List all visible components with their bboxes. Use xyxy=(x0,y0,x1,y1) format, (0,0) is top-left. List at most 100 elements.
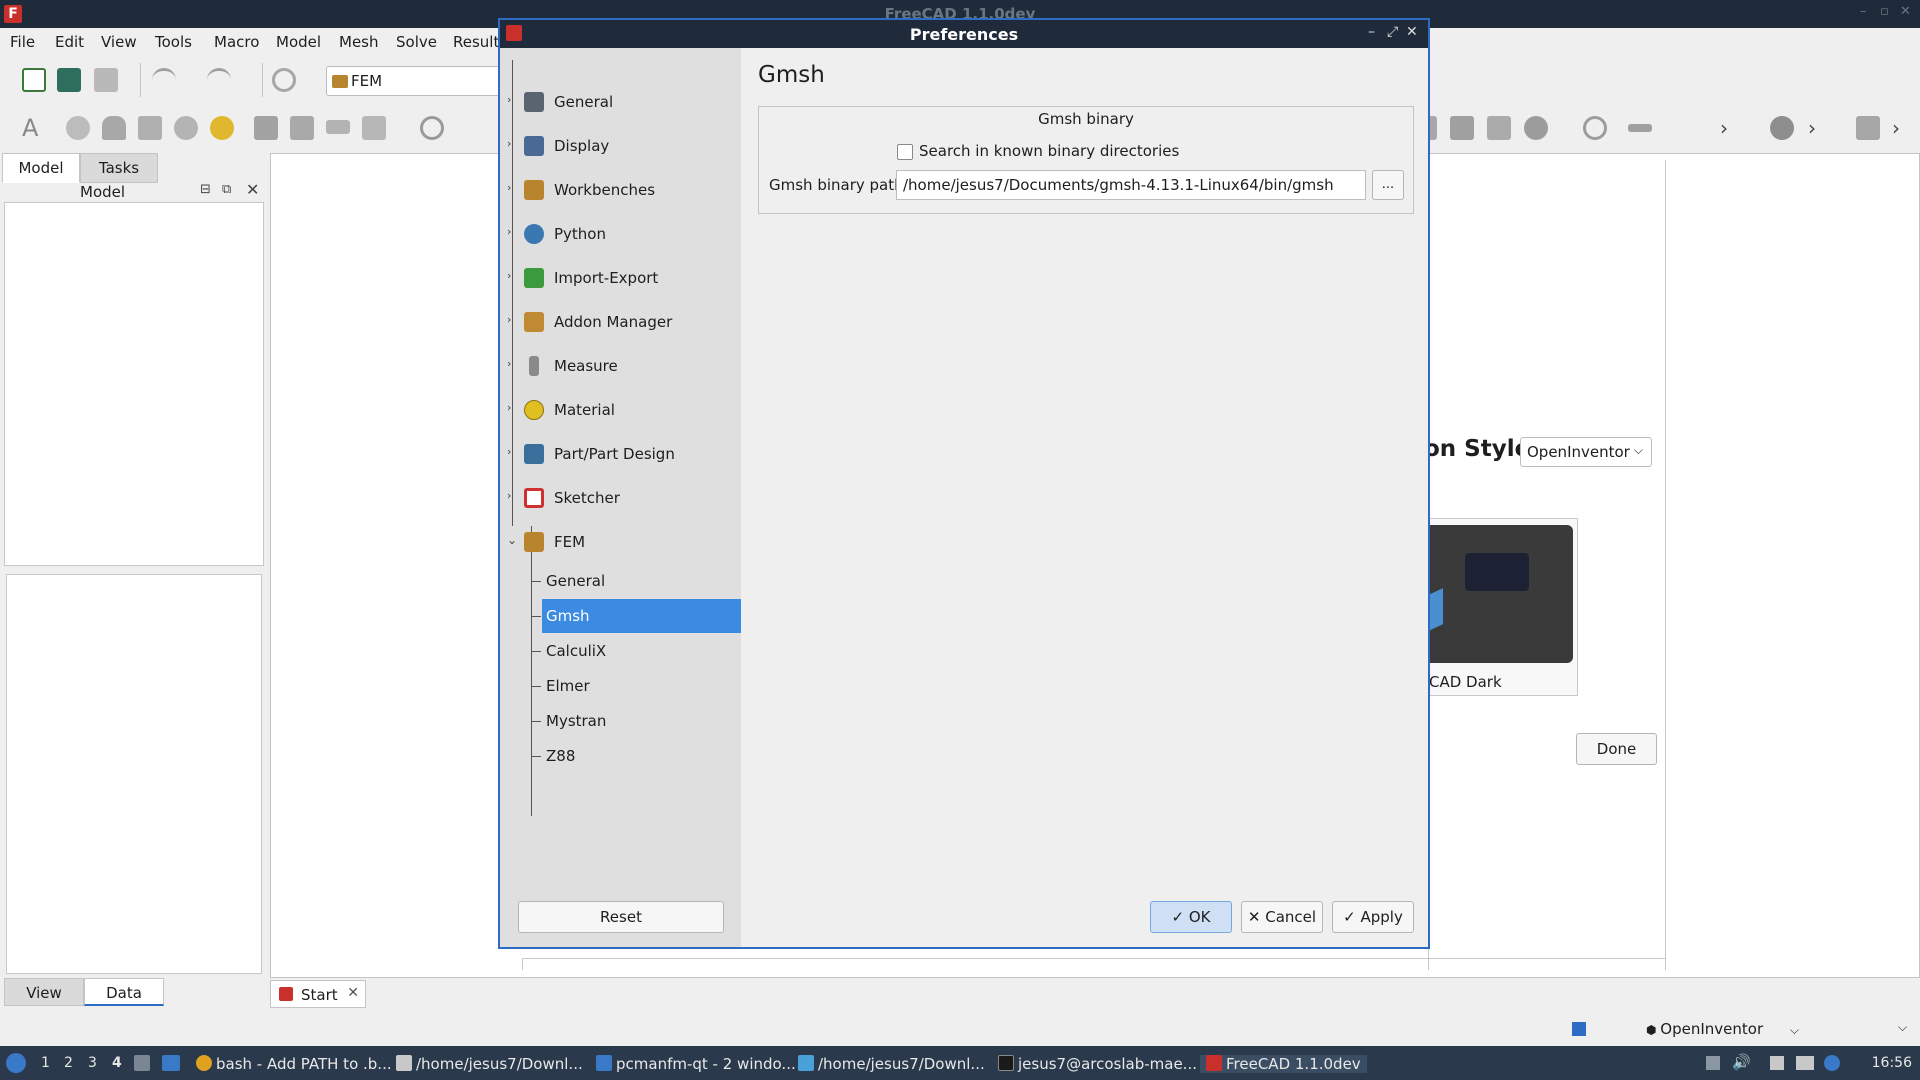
workspace-3[interactable]: 3 xyxy=(88,1055,97,1071)
beam-icon[interactable] xyxy=(362,116,386,140)
tree-item-fem-elmer[interactable]: Elmer xyxy=(542,669,741,703)
file-manager-icon[interactable] xyxy=(134,1055,150,1071)
close-icon[interactable]: ✕ xyxy=(1406,24,1418,40)
tab-data[interactable]: Data xyxy=(84,978,164,1006)
navigation-style-select[interactable]: OpenInventor ⌵ xyxy=(1520,437,1652,467)
menu-tools[interactable]: Tools xyxy=(155,33,192,51)
new-document-icon[interactable] xyxy=(22,68,46,92)
tree-item-python[interactable]: › Python xyxy=(500,216,741,250)
menu-solve[interactable]: Solve xyxy=(396,33,437,51)
clipboard-icon[interactable] xyxy=(1770,1056,1784,1070)
chevron-down-icon[interactable]: ⌵ xyxy=(1898,1020,1907,1035)
shell-icon[interactable] xyxy=(326,120,350,134)
tree-item-measure[interactable]: › Measure xyxy=(500,348,741,382)
minimize-icon[interactable]: – xyxy=(1368,24,1375,40)
close-panel-icon[interactable]: ✕ xyxy=(246,180,259,199)
chevron-right-icon[interactable]: › xyxy=(507,489,511,502)
redo-icon[interactable] xyxy=(207,68,231,92)
cancel-button[interactable]: ✕ Cancel xyxy=(1241,901,1323,933)
gmsh-binary-path-input[interactable] xyxy=(896,170,1366,200)
analysis-icon[interactable] xyxy=(174,116,198,140)
tree-item-material[interactable]: › Material xyxy=(500,392,741,426)
chevron-right-icon[interactable]: › xyxy=(507,401,511,414)
chevron-right-icon[interactable]: › xyxy=(507,137,511,150)
chevron-down-icon[interactable]: ⌄ xyxy=(507,533,517,547)
clip-icon[interactable] xyxy=(1628,124,1652,132)
grid-icon[interactable] xyxy=(1450,116,1474,140)
maximize-icon[interactable]: ▫ xyxy=(1880,4,1889,19)
box-icon[interactable] xyxy=(1856,116,1880,140)
undo-icon[interactable] xyxy=(152,68,176,92)
tree-item-fem[interactable]: ⌄ FEM xyxy=(500,524,741,558)
property-view[interactable] xyxy=(6,574,262,974)
browse-button[interactable]: ... xyxy=(1372,170,1404,200)
collapse-panel-icon[interactable]: ⊟ xyxy=(200,182,211,197)
menu-model[interactable]: Model xyxy=(276,33,321,51)
chevron-right-icon[interactable]: › xyxy=(507,445,511,458)
chevron-right-icon[interactable]: › xyxy=(1720,116,1744,140)
close-tab-icon[interactable]: ✕ xyxy=(347,985,359,1001)
task-freecad[interactable]: FreeCAD 1.1.0dev xyxy=(1200,1055,1367,1073)
results-pipeline-icon[interactable] xyxy=(1524,116,1548,140)
chevron-right-icon[interactable]: › xyxy=(507,181,511,194)
menu-file[interactable]: File xyxy=(10,33,35,51)
task-pcmanfm[interactable]: pcmanfm-qt - 2 windo... xyxy=(596,1055,796,1073)
chevron-right-icon[interactable]: › xyxy=(1808,116,1832,140)
chevron-right-icon[interactable]: › xyxy=(507,225,511,238)
grid-alt-icon[interactable] xyxy=(1487,116,1511,140)
chevron-right-icon[interactable]: › xyxy=(507,313,511,326)
chevron-right-icon[interactable]: › xyxy=(507,93,511,106)
tree-item-addon-manager[interactable]: › Addon Manager xyxy=(500,304,741,338)
navigation-indicator-icon[interactable] xyxy=(1572,1022,1586,1036)
symbol-icon[interactable] xyxy=(1583,116,1607,140)
open-document-icon[interactable] xyxy=(57,68,81,92)
reset-button[interactable]: Reset xyxy=(518,901,724,933)
search-known-directories-checkbox[interactable] xyxy=(897,144,913,160)
tree-item-import-export[interactable]: › Import-Export xyxy=(500,260,741,294)
status-navigation-style[interactable]: ⬢ OpenInventor ⌵ xyxy=(1646,1020,1799,1038)
tree-item-general[interactable]: › General xyxy=(500,84,741,118)
tree-item-fem-general[interactable]: General xyxy=(542,564,741,598)
task-chrome[interactable]: bash - Add PATH to .b... xyxy=(196,1055,392,1073)
done-button[interactable]: Done xyxy=(1576,733,1657,765)
maximize-icon[interactable]: ⤢ xyxy=(1387,24,1398,40)
chevron-right-icon[interactable]: › xyxy=(1892,116,1916,140)
task-image-viewer[interactable]: /home/jesus7/Downl... xyxy=(798,1055,985,1073)
tree-item-part-design[interactable]: › Part/Part Design xyxy=(500,436,741,470)
tab-view[interactable]: View xyxy=(4,978,84,1006)
model-tree[interactable] xyxy=(4,202,264,566)
solver-icon[interactable] xyxy=(420,116,444,140)
sphere-icon[interactable] xyxy=(66,116,90,140)
mesh-region-icon[interactable] xyxy=(290,116,314,140)
minimize-icon[interactable]: – xyxy=(1860,4,1867,19)
menu-macro[interactable]: Macro xyxy=(214,33,259,51)
desktop-icon[interactable] xyxy=(162,1055,180,1071)
tree-item-fem-calculix[interactable]: CalculiX xyxy=(542,634,741,668)
menu-mesh[interactable]: Mesh xyxy=(339,33,379,51)
task-editor[interactable]: /home/jesus7/Downl... xyxy=(396,1055,583,1073)
network-icon[interactable] xyxy=(1796,1056,1814,1070)
float-panel-icon[interactable]: ⧉ xyxy=(222,182,231,197)
material-fem-icon[interactable] xyxy=(210,116,234,140)
chevron-right-icon[interactable]: › xyxy=(507,357,511,370)
menu-result[interactable]: Result xyxy=(453,33,499,51)
refresh-icon[interactable] xyxy=(272,68,296,92)
menu-view[interactable]: View xyxy=(101,33,137,51)
annotation-icon[interactable]: A xyxy=(22,116,46,140)
task-terminal[interactable]: jesus7@arcoslab-mae... xyxy=(998,1055,1197,1073)
apply-button[interactable]: ✓ Apply xyxy=(1332,901,1414,933)
tree-item-fem-gmsh[interactable]: Gmsh xyxy=(542,599,741,633)
menu-edit[interactable]: Edit xyxy=(55,33,84,51)
tree-item-display[interactable]: › Display xyxy=(500,128,741,162)
save-icon[interactable] xyxy=(94,68,118,92)
surface-icon[interactable] xyxy=(138,116,162,140)
tree-item-fem-mystran[interactable]: Mystran xyxy=(542,704,741,738)
volume-icon[interactable]: 🔊 xyxy=(1732,1053,1751,1071)
tab-tasks[interactable]: Tasks xyxy=(80,153,158,183)
document-tab-start[interactable]: Start ✕ xyxy=(270,980,366,1008)
ok-button[interactable]: ✓ OK xyxy=(1150,901,1232,933)
start-menu-icon[interactable] xyxy=(6,1053,26,1073)
constraint-icon[interactable] xyxy=(102,116,126,140)
workspace-2[interactable]: 2 xyxy=(64,1055,73,1071)
tree-item-fem-z88[interactable]: Z88 xyxy=(542,739,741,773)
